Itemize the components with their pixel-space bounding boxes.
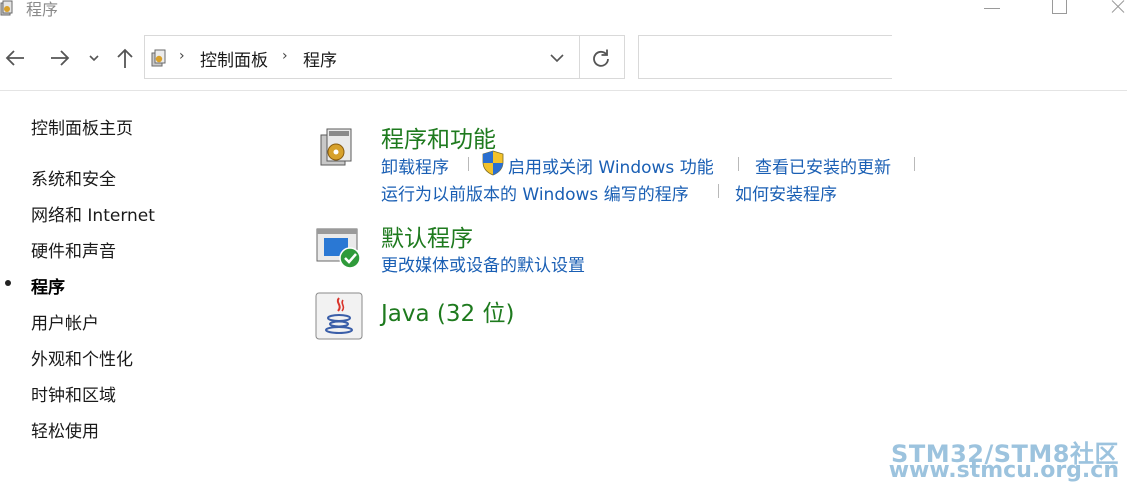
- sidebar-item-ease-of-access[interactable]: 轻松使用: [31, 417, 99, 442]
- window-title: 程序: [26, 0, 59, 19]
- link-uninstall-program[interactable]: 卸载程序: [381, 153, 449, 178]
- link-separator: [718, 184, 719, 198]
- title-bar: 程序: [0, 0, 1127, 22]
- control-panel-window: 程序 › 控制面板 › 程序 控制面板主页 系统和安全 网络和 Internet…: [0, 0, 1127, 494]
- category-title-java[interactable]: Java (32 位): [381, 294, 514, 328]
- sidebar-item-clock-region[interactable]: 时钟和区域: [31, 381, 116, 406]
- arrow-left-icon: [5, 50, 24, 66]
- close-button[interactable]: [1100, 0, 1127, 22]
- toolbar-divider: [0, 90, 1127, 91]
- recent-locations-button[interactable]: [86, 44, 102, 72]
- arrow-right-icon: [51, 50, 70, 66]
- active-item-bullet: [5, 280, 11, 286]
- sidebar-item-programs[interactable]: 程序: [31, 273, 65, 298]
- java-icon[interactable]: [315, 292, 363, 340]
- category-title-programs-features[interactable]: 程序和功能: [381, 120, 496, 154]
- link-media-device-defaults[interactable]: 更改媒体或设备的默认设置: [381, 251, 585, 276]
- sidebar-item-hardware-sound[interactable]: 硬件和声音: [31, 237, 116, 262]
- link-separator: [468, 157, 469, 171]
- minimize-button[interactable]: [972, 0, 1012, 22]
- category-title-default-programs[interactable]: 默认程序: [381, 219, 473, 253]
- arrow-up-icon: [117, 48, 133, 68]
- address-bar[interactable]: › 控制面板 › 程序: [144, 35, 625, 79]
- link-windows-features[interactable]: 启用或关闭 Windows 功能: [508, 153, 714, 178]
- chevron-down-icon[interactable]: [548, 50, 566, 66]
- back-button[interactable]: [2, 44, 28, 72]
- link-installed-updates[interactable]: 查看已安装的更新: [755, 153, 891, 178]
- sidebar-item-user-accounts[interactable]: 用户帐户: [31, 309, 99, 334]
- chevron-down-icon: [89, 55, 99, 62]
- search-box[interactable]: [638, 35, 892, 79]
- link-separator: [738, 157, 739, 171]
- control-panel-programs-icon: [0, 0, 13, 16]
- refresh-icon[interactable]: [591, 48, 611, 68]
- link-compatibility-programs[interactable]: 运行为以前版本的 Windows 编写的程序: [381, 180, 689, 205]
- search-input[interactable]: [639, 36, 889, 76]
- up-button[interactable]: [112, 44, 138, 72]
- link-separator: [914, 157, 915, 171]
- default-programs-icon[interactable]: [316, 226, 362, 270]
- breadcrumb-control-panel[interactable]: 控制面板: [200, 46, 268, 71]
- control-panel-programs-icon: [151, 49, 166, 67]
- forward-button[interactable]: [47, 44, 73, 72]
- uac-shield-icon: [482, 150, 504, 176]
- sidebar-item-appearance[interactable]: 外观和个性化: [31, 345, 133, 370]
- sidebar-item-network-internet[interactable]: 网络和 Internet: [31, 201, 155, 226]
- programs-features-icon[interactable]: [318, 125, 358, 169]
- sidebar-control-panel-home[interactable]: 控制面板主页: [31, 114, 133, 139]
- link-how-to-install[interactable]: 如何安装程序: [735, 180, 837, 205]
- breadcrumb-separator-icon: ›: [282, 48, 288, 64]
- breadcrumb-programs[interactable]: 程序: [303, 46, 337, 71]
- breadcrumb-separator-icon: ›: [179, 48, 185, 64]
- address-divider: [579, 36, 580, 78]
- maximize-button[interactable]: [1040, 0, 1080, 22]
- sidebar-item-system-security[interactable]: 系统和安全: [31, 165, 116, 190]
- watermark-url: www.stmcu.org.cn: [888, 458, 1119, 483]
